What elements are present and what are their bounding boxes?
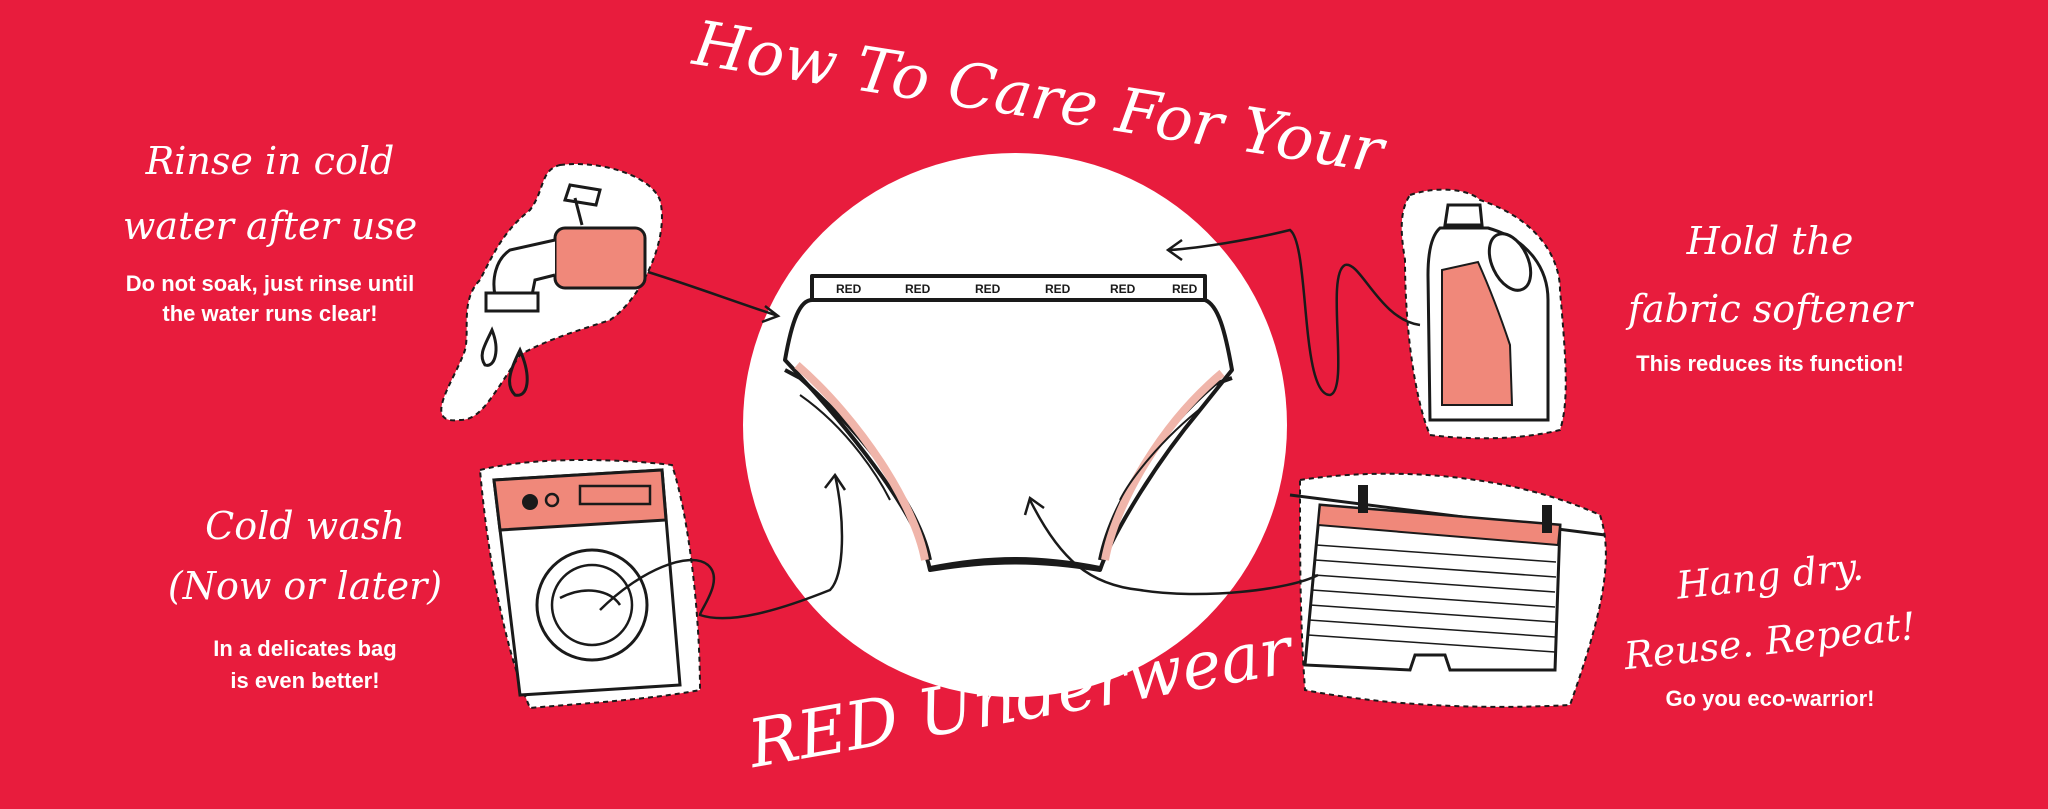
- waistband-label: RED: [975, 282, 1001, 296]
- waistband-label: RED: [905, 282, 931, 296]
- tap-icon: [440, 163, 781, 422]
- step-softener-note-1: This reduces its function!: [1636, 351, 1904, 376]
- step-wash-note-1: In a delicates bag: [213, 636, 397, 661]
- waistband-label: RED: [836, 282, 862, 296]
- step-rinse-heading-1: Rinse in cold: [145, 139, 395, 183]
- waistband-label: RED: [1045, 282, 1071, 296]
- step-rinse-heading-2: water after use: [122, 204, 418, 248]
- step-rinse-note-1: Do not soak, just rinse until: [125, 271, 415, 296]
- step-dry-note-1: Go you eco-warrior!: [1665, 686, 1875, 711]
- waistband-label: RED: [1172, 282, 1198, 296]
- step-wash-heading-2: (Now or later): [167, 564, 443, 608]
- waistband-label: RED: [1110, 282, 1136, 296]
- step-softener-heading-2: fabric softener: [1627, 287, 1913, 331]
- step-rinse-note-2: the water runs clear!: [162, 301, 378, 326]
- step-softener-heading-1: Hold the: [1686, 219, 1854, 263]
- step-wash-note-2: is even better!: [230, 668, 380, 693]
- step-wash-heading-1: Cold wash: [205, 504, 405, 548]
